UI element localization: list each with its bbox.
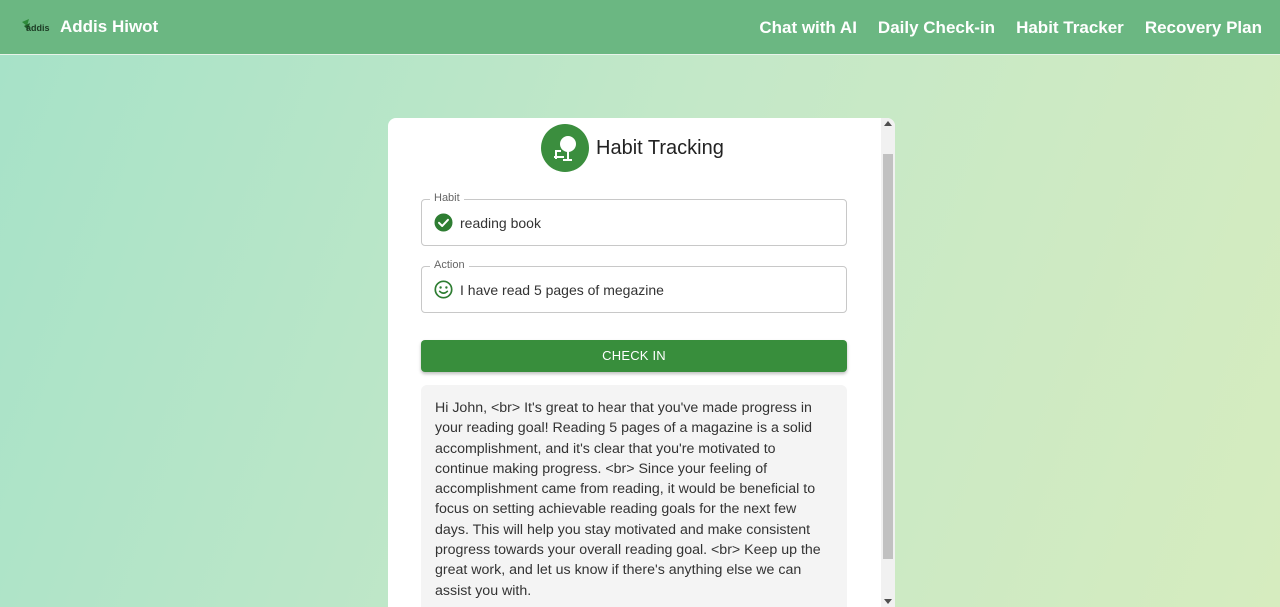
action-label: Action bbox=[430, 259, 469, 271]
nav-daily-check-in[interactable]: Daily Check-in bbox=[878, 18, 995, 38]
card-title: Habit Tracking bbox=[596, 136, 724, 159]
logo-icon: addis bbox=[20, 17, 52, 37]
habit-label: Habit bbox=[430, 192, 464, 204]
check-in-button[interactable]: CHECK IN bbox=[421, 340, 847, 372]
card-header: Habit Tracking bbox=[541, 124, 724, 172]
action-field[interactable]: Action I have read 5 pages of megazine bbox=[421, 259, 847, 313]
brand-name: Addis Hiwot bbox=[60, 17, 159, 36]
check-circle-icon bbox=[434, 213, 453, 232]
navbar: addis Addis Hiwot Chat with AI Daily Che… bbox=[0, 0, 1280, 55]
nav-chat-with-ai[interactable]: Chat with AI bbox=[759, 18, 857, 38]
habit-tracking-card: Habit Tracking Habit reading book Action bbox=[388, 118, 895, 607]
action-value: I have read 5 pages of megazine bbox=[460, 282, 664, 298]
tree-bench-icon bbox=[541, 124, 589, 172]
ai-response: Hi John, <br> It's great to hear that yo… bbox=[421, 385, 847, 607]
nav-recovery-plan[interactable]: Recovery Plan bbox=[1145, 18, 1262, 38]
scrollbar[interactable] bbox=[881, 118, 895, 607]
habit-field[interactable]: Habit reading book bbox=[421, 192, 847, 246]
scroll-down-icon[interactable] bbox=[884, 599, 892, 604]
card-content: Habit Tracking Habit reading book Action bbox=[388, 118, 881, 607]
smiley-icon bbox=[434, 280, 453, 299]
habit-value: reading book bbox=[460, 215, 541, 231]
nav-habit-tracker[interactable]: Habit Tracker bbox=[1016, 18, 1124, 38]
nav-links: Chat with AI Daily Check-in Habit Tracke… bbox=[759, 0, 1262, 55]
logo-text: addis bbox=[26, 23, 50, 33]
brand[interactable]: addis Addis Hiwot bbox=[20, 17, 158, 37]
scroll-thumb[interactable] bbox=[883, 154, 893, 559]
scroll-up-icon[interactable] bbox=[884, 121, 892, 126]
